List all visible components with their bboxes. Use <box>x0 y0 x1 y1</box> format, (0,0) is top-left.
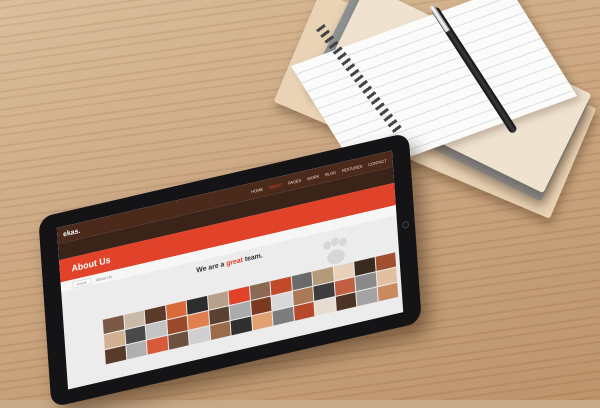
team-member-photo[interactable] <box>377 282 399 302</box>
site-logo[interactable]: ekas. <box>63 227 81 238</box>
breadcrumb-home[interactable]: Home <box>72 277 92 289</box>
team-member-photo[interactable] <box>125 340 147 360</box>
nav-pages[interactable]: PAGES <box>288 177 302 185</box>
team-member-photo[interactable] <box>293 302 315 321</box>
team-member-photo[interactable] <box>146 335 168 355</box>
team-member-photo[interactable] <box>356 287 378 307</box>
team-heading-accent: great <box>226 256 244 268</box>
team-member-photo[interactable] <box>272 306 294 326</box>
page-title: About Us <box>71 254 111 274</box>
team-heading-post: team. <box>242 252 263 264</box>
nav-about[interactable]: ABOUT <box>269 182 283 190</box>
team-member-photo[interactable] <box>104 345 126 365</box>
team-member-photo[interactable] <box>167 331 189 350</box>
home-button[interactable] <box>401 220 410 230</box>
team-member-photo[interactable] <box>314 297 336 316</box>
team-heading-pre: We are a <box>196 260 227 275</box>
team-member-photo[interactable] <box>251 311 273 331</box>
team-member-photo[interactable] <box>188 326 210 345</box>
nav-work[interactable]: WORK <box>307 173 319 181</box>
nav-home[interactable]: HOME <box>251 186 263 194</box>
team-member-photo[interactable] <box>230 316 252 336</box>
nav-features[interactable]: FEATURES <box>342 163 363 173</box>
nav-blog[interactable]: BLOG <box>325 169 336 177</box>
nav-contact[interactable]: CONTACT <box>368 157 387 166</box>
team-member-photo[interactable] <box>209 321 231 341</box>
team-member-photo[interactable] <box>335 292 357 312</box>
breadcrumb-current: About Us <box>95 273 112 282</box>
